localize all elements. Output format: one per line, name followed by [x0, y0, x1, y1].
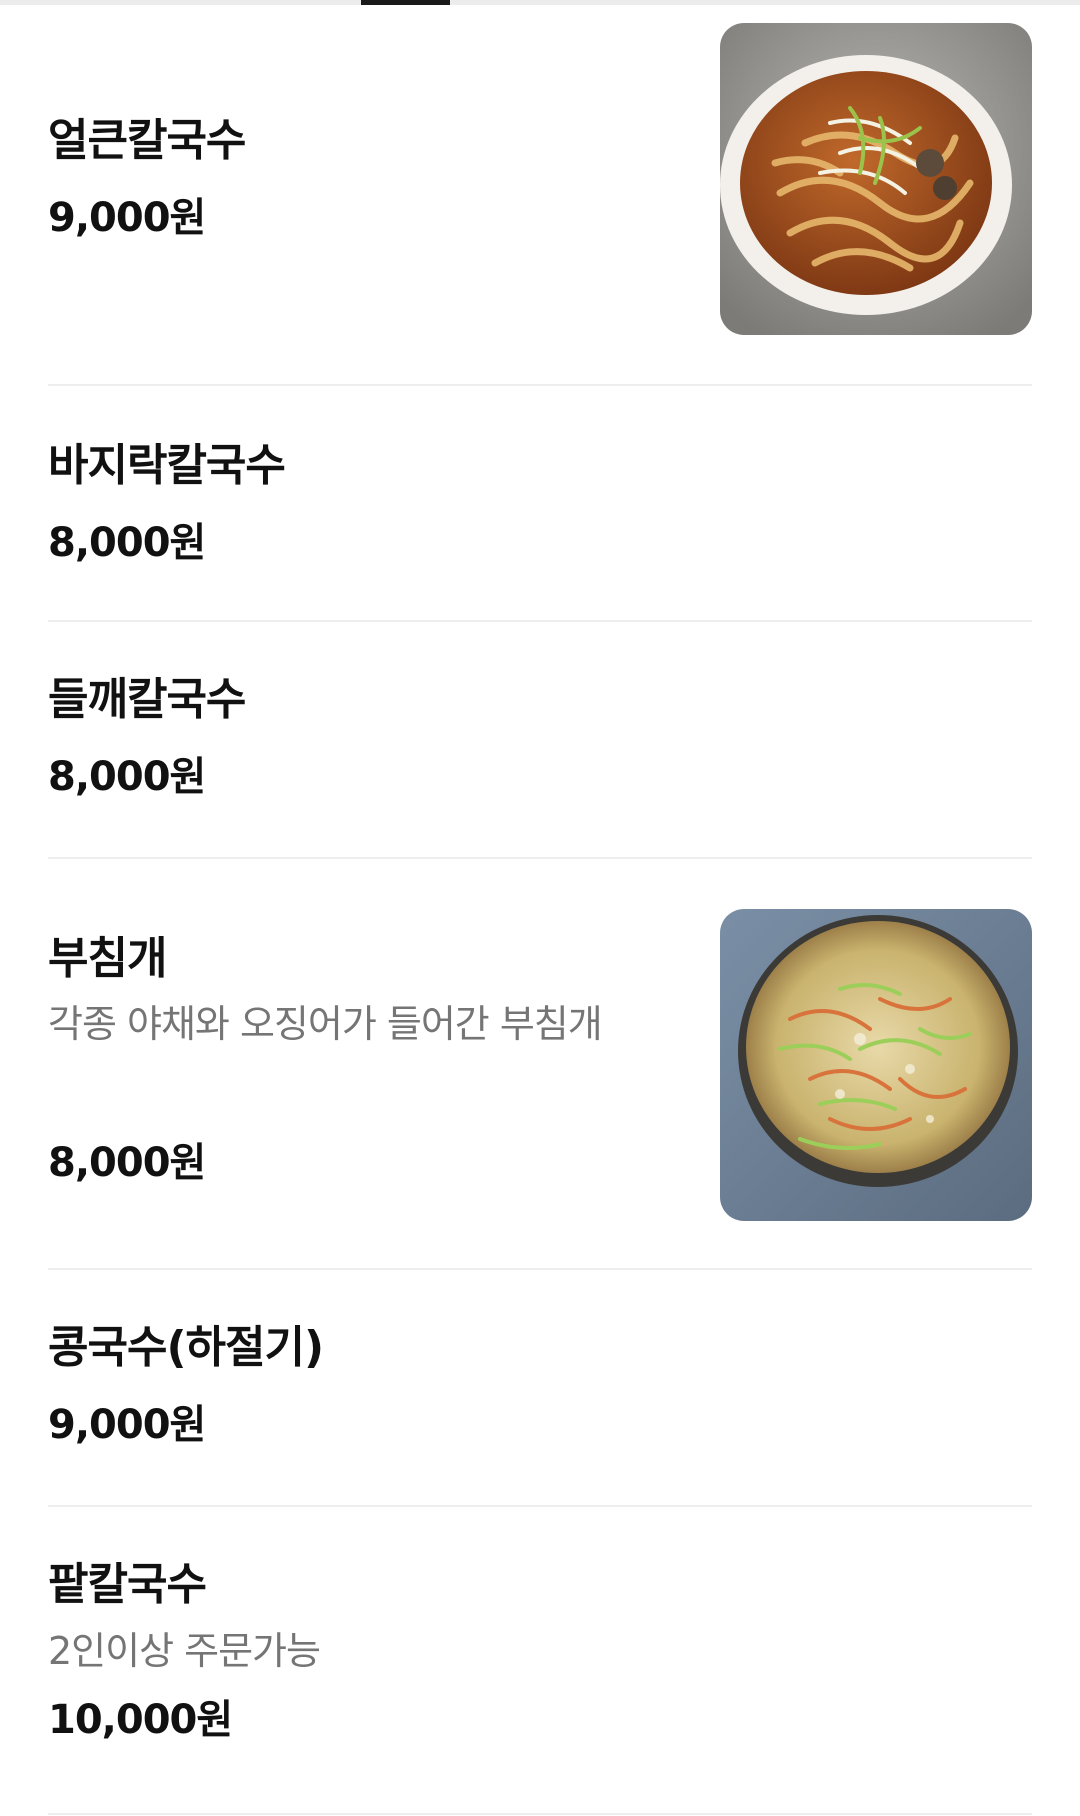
menu-item-name: 들깨칼국수: [48, 674, 246, 725]
menu-item-price: 8,000원: [48, 1140, 206, 1186]
menu-item-name: 콩국수(하절기): [48, 1322, 324, 1373]
pancake-image: [720, 909, 1032, 1221]
menu-item[interactable]: 부침개 각종 야채와 오징어가 들어간 부침개 8,000원: [48, 859, 1032, 1270]
menu-item[interactable]: 들깨칼국수 8,000원: [48, 622, 1032, 859]
menu-item[interactable]: 얼큰칼국수 9,000원: [48, 5, 1032, 386]
menu-item-description: 각종 야채와 오징어가 들어간 부침개: [48, 1002, 603, 1046]
menu-item[interactable]: 바지락칼국수 8,000원: [48, 386, 1032, 622]
menu-item-name: 바지락칼국수: [48, 440, 286, 491]
noodle-soup-image: [720, 23, 1032, 335]
menu-item-price: 8,000원: [48, 754, 206, 800]
menu-item-description: 2인이상 주문가능: [48, 1629, 321, 1673]
menu-item-name: 부침개: [48, 933, 167, 984]
menu-item[interactable]: 팥칼국수 2인이상 주문가능 10,000원: [48, 1507, 1032, 1815]
menu-item-price: 8,000원: [48, 520, 206, 566]
pancake-photo[interactable]: [720, 909, 1032, 1221]
menu-item-name: 팥칼국수: [48, 1559, 207, 1610]
menu-item[interactable]: 콩국수(하절기) 9,000원: [48, 1270, 1032, 1507]
menu-item-name: 얼큰칼국수: [48, 115, 246, 166]
menu-list: 얼큰칼국수 9,000원 바지락칼국수 8,000원 들깨칼국수 8,000원 …: [48, 5, 1032, 1815]
menu-item-price: 10,000원: [48, 1697, 233, 1743]
menu-item-price: 9,000원: [48, 195, 206, 241]
noodle-soup-photo[interactable]: [720, 23, 1032, 335]
menu-item-price: 9,000원: [48, 1402, 206, 1448]
